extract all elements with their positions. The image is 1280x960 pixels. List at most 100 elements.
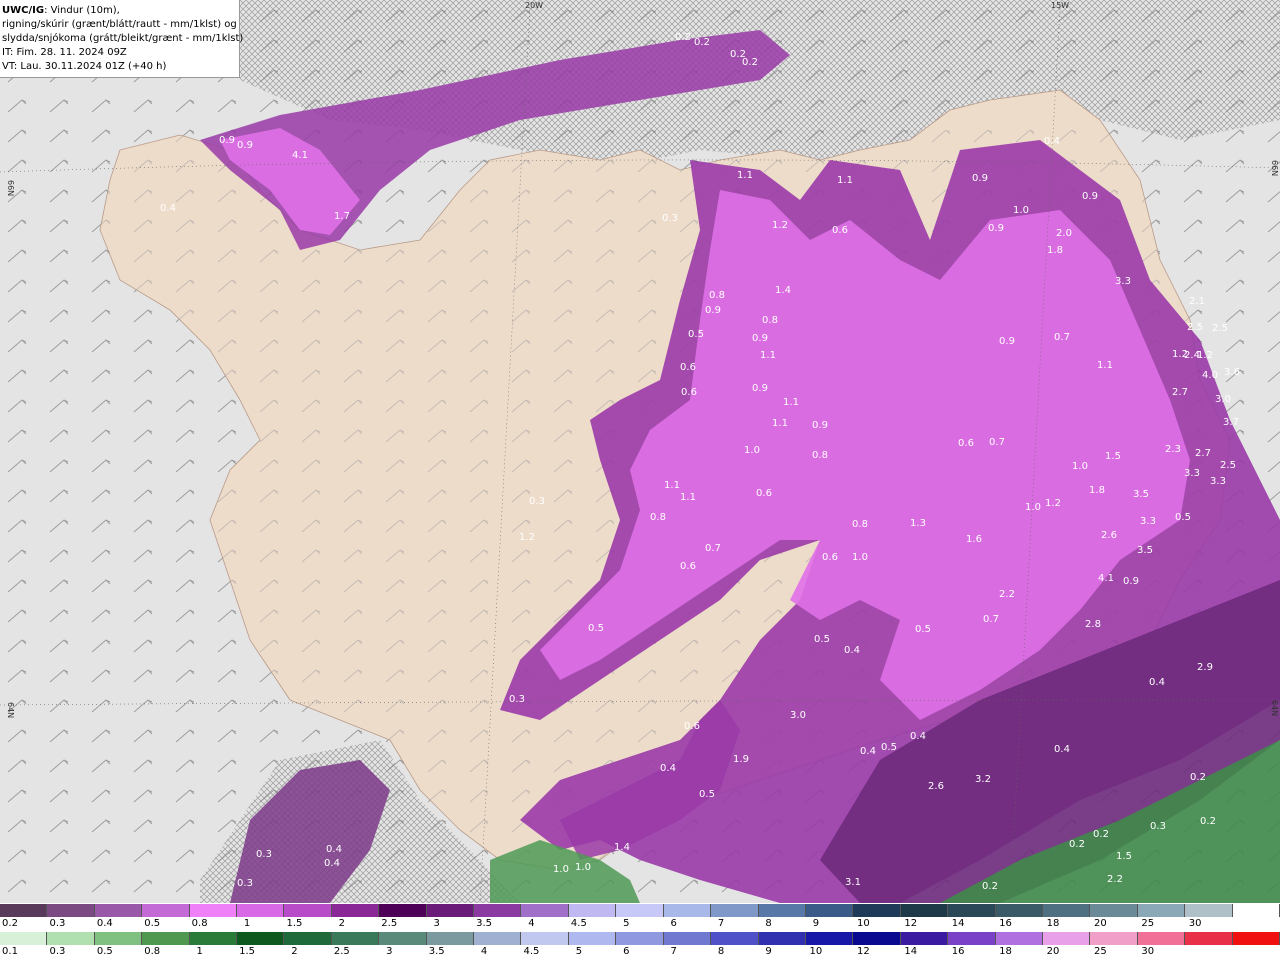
lon-label-20w: 20W xyxy=(525,1,543,10)
legend-color-cell xyxy=(1232,932,1280,945)
legend-color-cell xyxy=(284,932,332,945)
precip-value-label: 0.9 xyxy=(812,420,828,431)
precip-value-label: 0.6 xyxy=(684,721,700,732)
legend-color-cell xyxy=(1137,904,1186,917)
precip-value-label: 1.1 xyxy=(837,175,853,186)
precip-value-label: 0.9 xyxy=(999,336,1015,347)
legend-tick-label: 4.5 xyxy=(570,918,587,929)
precip-value-label: 0.3 xyxy=(256,849,272,860)
precip-value-label: 0.8 xyxy=(812,450,828,461)
precip-value-label: 3.6 xyxy=(1224,367,1240,378)
precip-value-label: 1.2 xyxy=(519,532,535,543)
precip-value-label: 0.4 xyxy=(910,731,926,742)
precip-value-label: 0.5 xyxy=(915,624,931,635)
precip-value-label: 0.9 xyxy=(972,173,988,184)
precip-value-label: 1.0 xyxy=(1013,205,1029,216)
map-info-box: UWC/IG: Vindur (10m), rigning/skúrir (gr… xyxy=(0,0,244,78)
legend-color-cell xyxy=(1090,904,1138,917)
precip-value-label: 0.4 xyxy=(844,645,860,656)
legend-color-cell xyxy=(1232,904,1280,917)
legend-color-cell xyxy=(711,932,759,945)
legend-color-cell xyxy=(1042,932,1091,945)
legend-color-cell xyxy=(1185,932,1233,945)
precip-value-label: 2.0 xyxy=(1056,228,1072,239)
legend-tick-label: 2 xyxy=(291,946,298,957)
precip-value-label: 1.1 xyxy=(737,170,753,181)
precip-value-label: 2.7 xyxy=(1172,387,1188,398)
precip-value-label: 0.8 xyxy=(650,512,666,523)
legend-color-cell xyxy=(142,904,190,917)
legend-tick-label: 1 xyxy=(243,918,251,929)
rain-legend-ticks: 0.1 0.3 0.5 0.8 1 1.5 2 2.5 3 3.5 4 4.5 5 6 7 8 9 10 12 14 1… xyxy=(0,946,1280,960)
legend-tick-label: 1.5 xyxy=(239,946,255,957)
precip-value-label: 1.9 xyxy=(733,754,749,765)
precip-value-label: 1.8 xyxy=(1047,245,1063,256)
legend-tick-label: 0.5 xyxy=(96,946,113,957)
precip-value-label: 1.0 xyxy=(553,864,569,875)
legend-tick-label: 0.8 xyxy=(191,918,208,929)
lat-label-66n-left: 66N xyxy=(6,180,15,196)
weather-map: 20W 15W 66N 66N 64N 64N 0.2 0.20.20.20.9 0… xyxy=(0,0,1280,903)
legend-color-cell xyxy=(995,904,1043,917)
description-line-3: slydda/snjókoma (grátt/bleikt/grænt - mm… xyxy=(2,33,244,44)
precip-value-label: 4.1 xyxy=(1098,573,1114,584)
precip-value-label: 0.5 xyxy=(588,623,604,634)
legend-tick-label: 20 xyxy=(1093,918,1107,929)
legend-tick-label: 3 xyxy=(433,918,440,929)
legend-tick-label: 10 xyxy=(809,946,823,957)
precip-value-label: 1.0 xyxy=(1025,502,1041,513)
legend-color-cell xyxy=(616,932,664,945)
precip-value-label: 1.1 xyxy=(760,350,776,361)
legend-tick-label: 3.5 xyxy=(428,946,445,957)
precip-value-label: 0.7 xyxy=(1054,332,1070,343)
legend-color-cell xyxy=(1185,904,1233,917)
legend-color-cell xyxy=(331,932,380,945)
precip-value-label: 0.6 xyxy=(822,552,838,563)
legend-tick-label: 2.5 xyxy=(333,946,350,957)
precip-value-label: 1.0 xyxy=(744,445,760,456)
legend-color-cell xyxy=(900,932,949,945)
rain-color-legend xyxy=(0,932,1280,945)
legend-color-cell xyxy=(0,904,48,917)
legend-color-cell xyxy=(758,932,806,945)
precip-value-label: 1.1 xyxy=(772,418,788,429)
precip-value-label: 2.5 xyxy=(1212,323,1228,334)
precip-value-label: 0.6 xyxy=(832,225,848,236)
precip-value-label: 2.5 xyxy=(1187,322,1203,333)
legend-color-cell xyxy=(663,904,712,917)
precip-value-label: 2.6 xyxy=(1101,530,1117,541)
valid-time: VT: Lau. 30.11.2024 01Z (+40 h) xyxy=(2,61,167,72)
precip-value-label: 3.5 xyxy=(1137,545,1153,556)
legend-tick-label: 16 xyxy=(951,946,965,957)
precip-value-label: 1.0 xyxy=(852,552,868,563)
legend-tick-label: 1.5 xyxy=(286,918,303,929)
legend-tick-label: 18 xyxy=(999,946,1012,957)
precip-value-label: 0.7 xyxy=(705,543,721,554)
legend-color-cell xyxy=(853,932,901,945)
precip-value-label: 0.4 xyxy=(1149,677,1165,688)
legend-color-cell xyxy=(379,932,427,945)
legend-tick-label: 5 xyxy=(575,946,583,957)
legend-tick-label: 0.3 xyxy=(49,918,66,929)
legend-color-cell xyxy=(1137,932,1186,945)
legend-color-cell xyxy=(94,932,143,945)
legend-tick-label: 7 xyxy=(670,946,677,957)
legend-color-cell xyxy=(948,932,996,945)
precip-value-label: 0.3 xyxy=(237,878,253,889)
precip-value-label: 0.2 xyxy=(742,57,758,68)
precip-value-label: 2.1 xyxy=(1189,296,1205,307)
legend-color-cell xyxy=(47,932,95,945)
precip-value-label: 3.3 xyxy=(1210,476,1226,487)
precip-value-label: 0.9 xyxy=(1123,576,1139,587)
legend-tick-label: 9 xyxy=(765,946,772,957)
precip-value-label: 3.3 xyxy=(1140,516,1156,527)
precip-value-label: 1.1 xyxy=(783,397,799,408)
precip-value-label: 1.2 xyxy=(772,220,788,231)
legend-color-cell xyxy=(521,932,569,945)
legend-color-cell xyxy=(521,904,569,917)
precip-value-label: 0.3 xyxy=(1150,821,1166,832)
precip-value-label: 0.4 xyxy=(326,844,342,855)
legend-tick-label: 2 xyxy=(338,918,346,929)
legend-color-cell xyxy=(758,904,806,917)
precip-value-label: 0.4 xyxy=(160,203,176,214)
